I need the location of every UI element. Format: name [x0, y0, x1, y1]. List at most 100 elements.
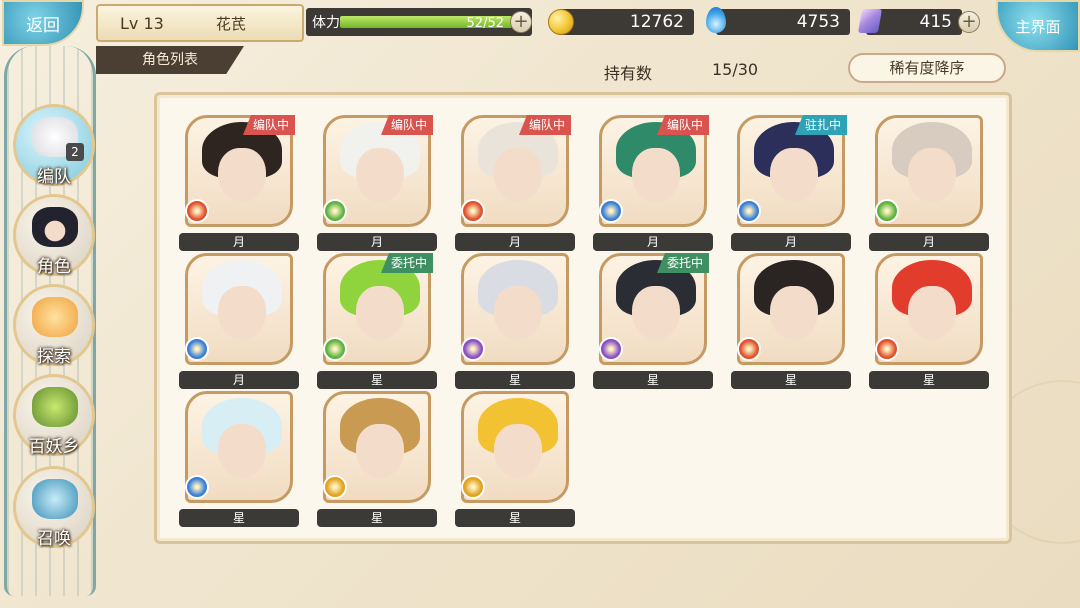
portrait-face: [218, 286, 266, 340]
nav-explore[interactable]: 探索: [13, 284, 95, 367]
rank-label: 月: [455, 233, 575, 251]
side-menu: 2 编队 角色 探索 百妖乡 召唤: [4, 46, 96, 596]
top-bar: 返回 Lv 13 花芪 体力 52/52 + 12762 4753 415 + …: [0, 0, 1080, 52]
section-tab: 角色列表: [96, 46, 244, 74]
nav-formation[interactable]: 2 编队: [13, 104, 95, 187]
wind-element-icon: [875, 199, 899, 223]
fire-element-icon: [875, 337, 899, 361]
light-element-icon: [323, 475, 347, 499]
status-badge: 编队中: [242, 115, 295, 135]
fire-element-icon: [185, 199, 209, 223]
fire-element-icon: [737, 337, 761, 361]
nav-summon-label: 召唤: [37, 529, 71, 549]
nav-summon[interactable]: 召唤: [13, 466, 95, 549]
portrait-face: [908, 286, 956, 340]
portrait-face: [494, 424, 542, 478]
rank-label: 月: [731, 233, 851, 251]
back-button[interactable]: 返回: [2, 0, 84, 46]
portrait-face: [770, 148, 818, 202]
character-card[interactable]: 月: [869, 115, 989, 253]
summon-icon: [32, 479, 78, 519]
crystal-icon: [857, 9, 883, 33]
stamina-bar: 体力 52/52: [306, 8, 532, 36]
water-element-icon: [185, 337, 209, 361]
dark-element-icon: [461, 337, 485, 361]
wind-element-icon: [323, 199, 347, 223]
rank-label: 月: [317, 233, 437, 251]
portrait-face: [908, 148, 956, 202]
character-card[interactable]: 委托中星: [593, 253, 713, 391]
portrait-face: [770, 286, 818, 340]
character-card[interactable]: 星: [731, 253, 851, 391]
water-element-icon: [737, 199, 761, 223]
status-badge: 委托中: [656, 253, 709, 273]
rank-label: 月: [869, 233, 989, 251]
main-menu-button[interactable]: 主界面: [996, 0, 1080, 52]
main-menu-label: 主界面: [1015, 17, 1061, 36]
gold-value: 12762: [629, 12, 684, 32]
rank-label: 星: [455, 371, 575, 389]
stamina-value: 52/52: [466, 16, 504, 31]
rank-label: 星: [731, 371, 851, 389]
blue-currency-counter: 4753: [716, 9, 850, 35]
character-card[interactable]: 星: [179, 391, 299, 529]
crystal-value: 415: [919, 12, 952, 32]
rank-label: 月: [593, 233, 713, 251]
light-element-icon: [461, 475, 485, 499]
portrait-face: [218, 424, 266, 478]
blue-currency-value: 4753: [796, 12, 840, 32]
portrait-face: [494, 148, 542, 202]
player-name: 花芪: [215, 14, 246, 33]
rank-label: 月: [179, 371, 299, 389]
status-badge: 驻扎中: [794, 115, 847, 135]
character-card[interactable]: 星: [317, 391, 437, 529]
village-icon: [32, 387, 78, 427]
wind-element-icon: [323, 337, 347, 361]
blue-flame-icon: [706, 7, 726, 33]
portrait-face: [356, 424, 404, 478]
dark-element-icon: [599, 337, 623, 361]
character-card[interactable]: 委托中星: [317, 253, 437, 391]
rank-label: 星: [869, 371, 989, 389]
water-element-icon: [185, 475, 209, 499]
portrait-face: [494, 286, 542, 340]
add-stamina-button[interactable]: +: [510, 11, 532, 33]
character-card[interactable]: 编队中月: [179, 115, 299, 253]
character-card[interactable]: 星: [455, 391, 575, 529]
rank-label: 星: [317, 509, 437, 527]
nav-village-label: 百妖乡: [28, 437, 80, 457]
character-card[interactable]: 编队中月: [455, 115, 575, 253]
status-badge: 委托中: [380, 253, 433, 273]
player-level: Lv 13: [120, 13, 164, 33]
portrait-face: [356, 148, 404, 202]
character-card[interactable]: 月: [179, 253, 299, 391]
gold-coin-icon: [548, 9, 574, 35]
status-badge: 编队中: [518, 115, 571, 135]
character-card[interactable]: 编队中月: [593, 115, 713, 253]
portrait-face: [356, 286, 404, 340]
nav-character[interactable]: 角色: [13, 194, 95, 277]
sort-button[interactable]: 稀有度降序: [848, 53, 1006, 83]
portrait-face: [632, 148, 680, 202]
nav-village[interactable]: 百妖乡: [13, 374, 95, 457]
status-badge: 编队中: [380, 115, 433, 135]
rank-label: 星: [317, 371, 437, 389]
character-card[interactable]: 编队中月: [317, 115, 437, 253]
add-crystal-button[interactable]: +: [958, 11, 980, 33]
nav-character-label: 角色: [37, 257, 71, 277]
rank-label: 星: [593, 371, 713, 389]
rank-label: 星: [179, 509, 299, 527]
back-label: 返回: [26, 15, 60, 36]
nav-formation-label: 编队: [37, 167, 71, 187]
character-card[interactable]: 星: [455, 253, 575, 391]
character-icon: [32, 207, 78, 247]
portrait-face: [632, 286, 680, 340]
holdings-label: 持有数: [604, 64, 653, 83]
fire-element-icon: [461, 199, 485, 223]
portrait-face: [218, 148, 266, 202]
character-card[interactable]: 星: [869, 253, 989, 391]
explore-icon: [32, 297, 78, 337]
rank-label: 月: [179, 233, 299, 251]
gold-counter: 12762: [560, 9, 694, 35]
character-card[interactable]: 驻扎中月: [731, 115, 851, 253]
